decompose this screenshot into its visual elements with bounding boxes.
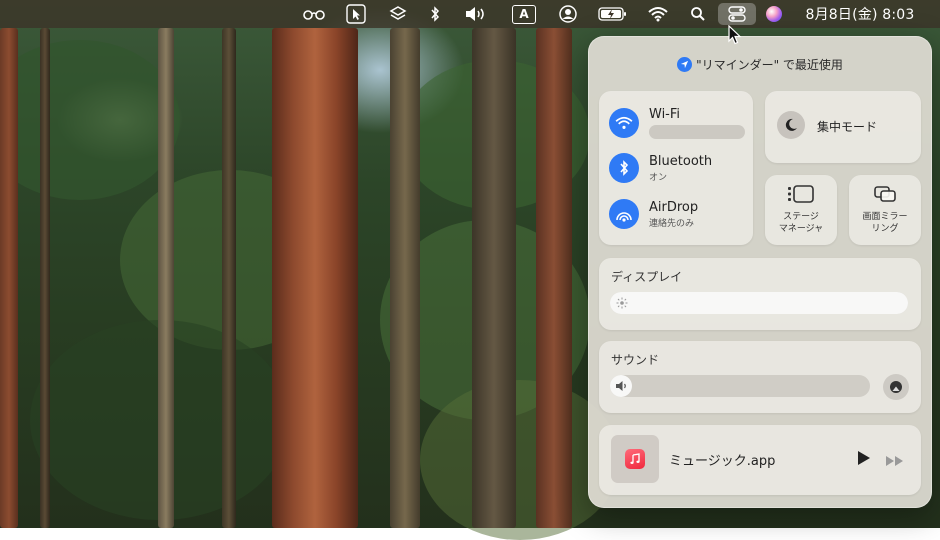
tree-trunk [472,28,516,528]
brightness-slider[interactable] [610,292,908,314]
stage-manager-label-line1: ステージ [783,212,819,222]
play-icon[interactable] [857,450,871,470]
foliage [0,40,180,200]
location-banner-text: "リマインダー" で最近使用 [696,57,843,72]
airplay-audio-button[interactable] [883,374,909,400]
music-app-icon [625,449,645,469]
accessibility-glasses-icon[interactable] [300,0,328,28]
wifi-toggle[interactable]: Wi-Fi [609,107,745,139]
menubar-clock[interactable]: 8月8日(金) 8:03 [798,0,922,28]
focus-mode-label: 集中モード [817,120,878,134]
control-center-panel: "リマインダー" で最近使用 Wi-Fi Bluetooth オン AirDro… [588,36,932,508]
stage-manager-icon [765,185,837,203]
tree-trunk [390,28,420,528]
moon-icon [777,111,805,139]
screen-mirroring-label-line2: リング [871,224,899,234]
brightness-slider-fill [610,292,908,314]
tree-trunk [158,28,174,528]
network-tile: Wi-Fi Bluetooth オン AirDrop 連絡先のみ [599,91,753,245]
airdrop-toggle[interactable]: AirDrop 連絡先のみ [609,199,698,229]
fast-forward-icon[interactable] [885,452,905,471]
wifi-icon [609,108,639,138]
album-art [611,435,659,483]
location-usage-banner[interactable]: "リマインダー" で最近使用 [588,54,932,74]
bluetooth-icon [609,153,639,183]
tree-trunk [272,28,358,528]
stage-manager-label: ステージ マネージャ [765,211,837,235]
layers-icon[interactable] [386,0,410,28]
battery-icon[interactable] [596,0,630,28]
stage-manager-label-line2: マネージャ [778,224,824,234]
speaker-icon [615,379,629,393]
tree-trunk [0,28,18,528]
bluetooth-status: オン [649,172,668,183]
pointer-icon[interactable] [344,0,368,28]
airdrop-status: 連絡先のみ [649,218,695,229]
brightness-icon [615,296,629,310]
focus-mode-tile[interactable]: 集中モード [765,91,921,163]
wifi-network-name-redacted [649,125,745,139]
control-center-icon[interactable] [718,3,756,25]
mouse-cursor-icon [728,24,742,49]
input-source-icon[interactable]: A [510,0,538,28]
volume-icon[interactable] [462,0,490,28]
screen-mirroring-label-line1: 画面ミラー [862,212,908,222]
display-title: ディスプレイ [611,270,683,284]
stage-manager-tile[interactable]: ステージ マネージャ [765,175,837,245]
screen-mirroring-icon [849,185,921,203]
airdrop-title: AirDrop [649,199,699,215]
wifi-icon[interactable] [646,0,670,28]
now-playing-app-name: ミュージック.app [669,454,776,469]
display-tile: ディスプレイ [599,258,921,330]
tree-trunk [40,28,50,528]
tree-trunk [536,28,572,528]
wifi-title: Wi-Fi [649,107,681,122]
menu-bar: A 8月8日(金) 8:03 [0,0,940,28]
airdrop-icon [609,199,639,229]
input-source-label: A [512,4,536,24]
tree-trunk [222,28,236,528]
screen-mirroring-tile[interactable]: 画面ミラー リング [849,175,921,245]
bluetooth-toggle[interactable]: Bluetooth オン [609,153,712,183]
sound-tile: サウンド [599,341,921,413]
now-playing-tile[interactable]: ミュージック.app [599,425,921,495]
bluetooth-title: Bluetooth [649,153,713,169]
user-icon[interactable] [556,0,580,28]
bluetooth-icon[interactable] [426,0,444,28]
screen-mirroring-label: 画面ミラー リング [849,211,921,235]
volume-slider[interactable] [610,375,870,397]
siri-icon[interactable] [762,0,786,28]
sound-title: サウンド [611,353,660,367]
search-icon[interactable] [688,0,708,28]
location-arrow-icon [677,56,693,72]
